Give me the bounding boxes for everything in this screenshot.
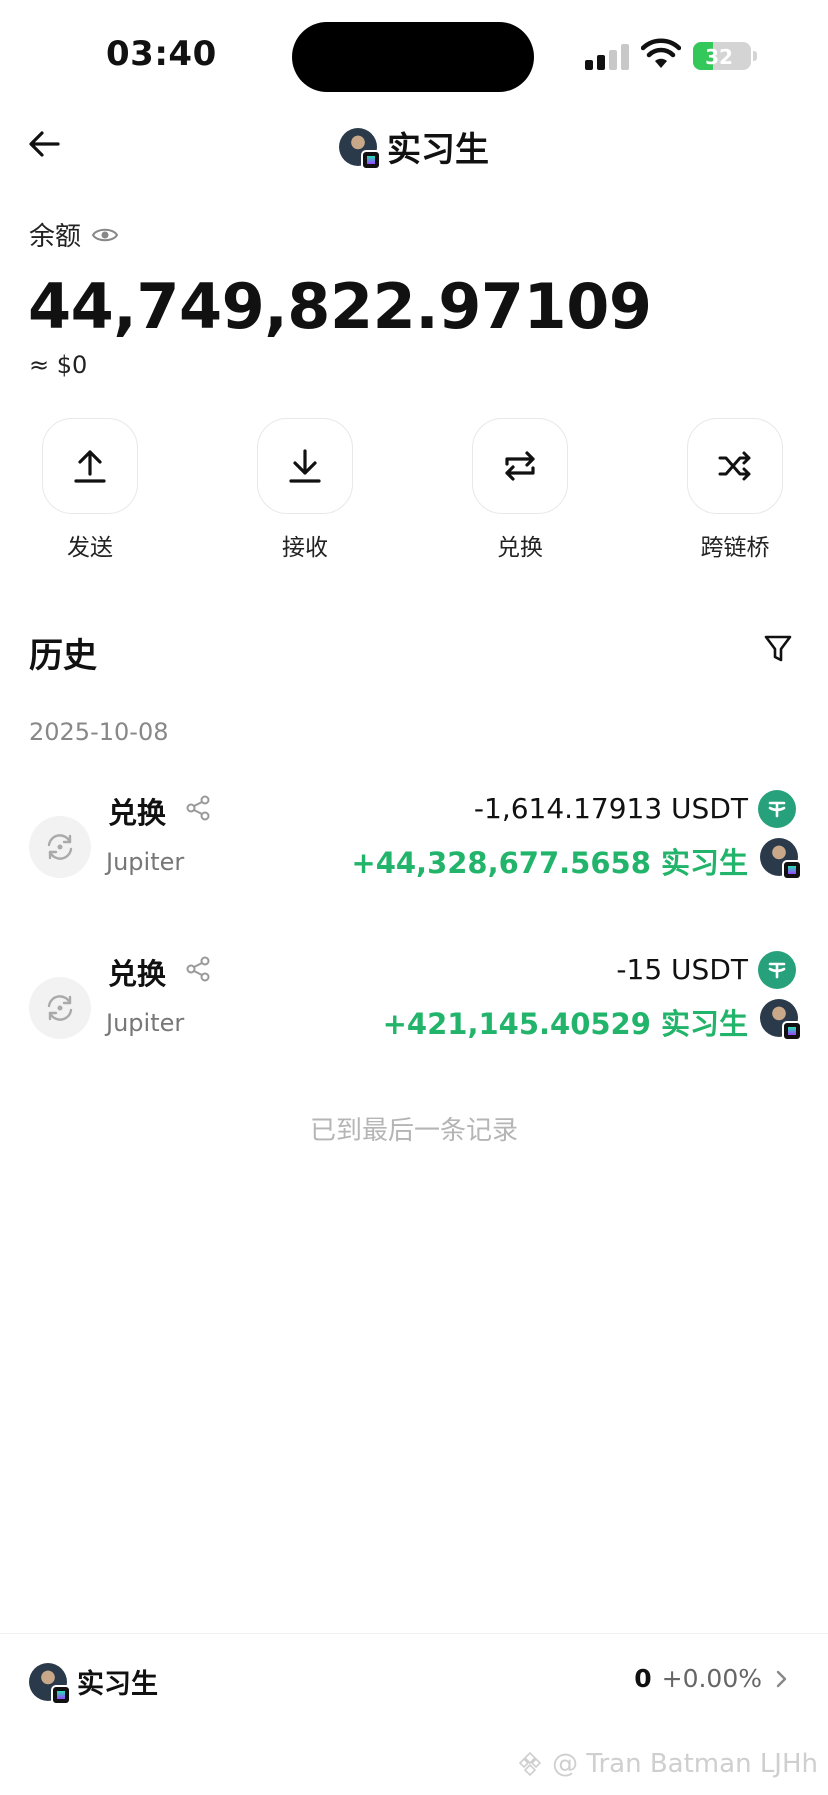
bottom-price: 0 +0.00%	[634, 1664, 790, 1693]
usdt-icon	[758, 790, 796, 828]
receive-button[interactable]: 接收	[245, 418, 365, 562]
swap-label: 兑换	[497, 535, 543, 561]
watermark: @ Tran Batman LJHh	[516, 1749, 818, 1779]
send-button[interactable]: 发送	[30, 418, 150, 562]
eye-icon[interactable]	[91, 225, 119, 245]
transaction-in-amount: +421,145.40529 实习生	[382, 1007, 748, 1041]
bottom-token-name: 实习生	[77, 1669, 158, 1700]
download-icon	[289, 449, 321, 483]
swap-icon	[505, 451, 535, 481]
send-button-circle[interactable]	[42, 418, 138, 514]
bridge-label: 跨链桥	[700, 535, 770, 561]
transaction-type: 兑换	[108, 796, 167, 830]
transaction-source: Jupiter	[106, 1009, 185, 1037]
bridge-button[interactable]: 跨链桥	[675, 418, 795, 562]
end-of-list-note: 已到最后一条记录	[309, 1116, 518, 1146]
swap-history-icon	[29, 816, 91, 878]
chain-badge-icon	[51, 1684, 71, 1705]
token-avatar	[760, 838, 802, 880]
token-avatar	[339, 127, 381, 170]
token-avatar	[29, 1662, 71, 1705]
battery-tip	[753, 51, 757, 61]
history-title: 历史	[29, 636, 97, 676]
status-bar: 03:40 32	[0, 0, 828, 110]
transaction-out-amount: -15 USDT	[616, 953, 748, 986]
chain-badge-icon	[361, 149, 381, 170]
page-title: 实习生	[387, 130, 489, 170]
swap-history-icon	[29, 977, 91, 1039]
battery-icon: 32	[693, 42, 751, 70]
binance-logo-icon	[519, 1751, 542, 1777]
balance-amount: 44,749,822.97109	[28, 270, 652, 343]
transaction-in-amount: +44,328,677.5658 实习生	[351, 846, 748, 880]
transaction-source: Jupiter	[106, 848, 185, 876]
usdt-icon	[758, 951, 796, 989]
balance-usd-value: ≈ $0	[29, 351, 88, 379]
upload-icon	[74, 450, 106, 483]
share-icon[interactable]	[184, 794, 212, 822]
chain-badge-icon	[782, 860, 802, 880]
bottom-token-value: 0	[634, 1664, 652, 1693]
balance-label: 余额	[29, 222, 82, 252]
token-avatar	[760, 999, 802, 1041]
status-time: 03:40	[106, 34, 217, 74]
bottom-token-change: +0.00%	[661, 1664, 762, 1693]
balance-label-row: 余额	[29, 216, 119, 253]
share-icon[interactable]	[184, 955, 212, 983]
bottom-token-bar[interactable]: 实习生 0 +0.00%	[0, 1633, 828, 1727]
bottom-token: 实习生	[29, 1662, 158, 1705]
swap-button[interactable]: 兑换	[460, 418, 580, 562]
bridge-button-circle[interactable]	[687, 418, 783, 514]
receive-label: 接收	[282, 535, 328, 561]
battery-level: 32	[705, 45, 733, 69]
wifi-icon	[641, 38, 681, 68]
swap-button-circle[interactable]	[472, 418, 568, 514]
transaction-row[interactable]: 兑换 Jupiter -15 USDT +421,145.40529 实习生	[0, 951, 828, 1071]
receive-button-circle[interactable]	[257, 418, 353, 514]
send-label: 发送	[67, 535, 113, 561]
header: 实习生	[0, 122, 828, 171]
transaction-out-amount: -1,614.17913 USDT	[473, 792, 748, 825]
history-date: 2025-10-08	[29, 718, 169, 746]
transaction-row[interactable]: 兑换 Jupiter -1,614.17913 USDT +44,328,677…	[0, 790, 828, 910]
transaction-type: 兑换	[108, 957, 167, 991]
cellular-signal-icon	[585, 44, 635, 70]
shuffle-icon	[718, 451, 751, 481]
chevron-right-icon[interactable]	[772, 1668, 790, 1690]
filter-icon[interactable]	[762, 632, 794, 664]
watermark-text: @ Tran Batman LJHh	[552, 1749, 818, 1779]
dynamic-island	[292, 22, 534, 92]
chain-badge-icon	[782, 1021, 802, 1041]
